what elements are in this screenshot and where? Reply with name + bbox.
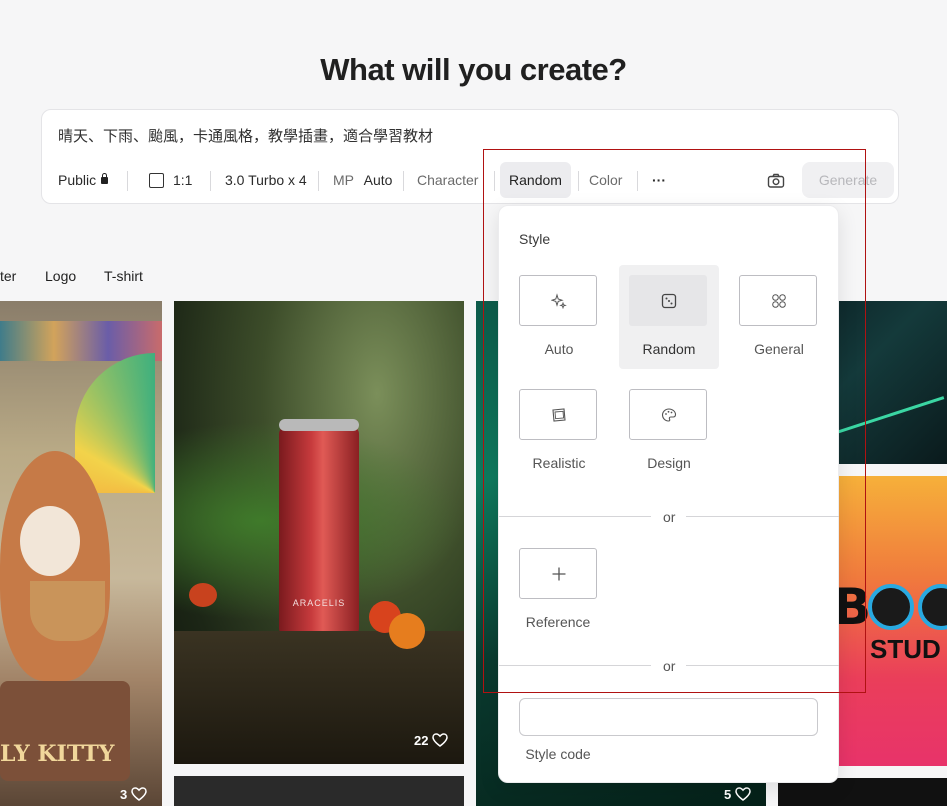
reference-upload-button[interactable] bbox=[519, 548, 597, 599]
gallery-tile[interactable]: ARACELIS 22 bbox=[174, 301, 464, 764]
style-option-design-label: Design bbox=[647, 455, 691, 471]
plus-icon bbox=[552, 567, 566, 581]
style-code-input[interactable] bbox=[519, 698, 818, 736]
style-option-random-label: Random bbox=[642, 341, 696, 357]
color-button[interactable]: Color bbox=[589, 162, 622, 198]
photo-icon bbox=[552, 408, 566, 422]
style-button-label: Random bbox=[509, 172, 562, 188]
divider bbox=[686, 665, 839, 666]
style-option-realistic[interactable] bbox=[519, 389, 597, 440]
tile-basket bbox=[30, 581, 105, 641]
divider bbox=[686, 516, 839, 517]
like-count-value: 3 bbox=[120, 787, 128, 802]
gallery-tile[interactable] bbox=[174, 776, 464, 806]
tile-squirrel-face bbox=[20, 506, 80, 576]
divider bbox=[499, 665, 651, 666]
tile-can-lid bbox=[279, 419, 359, 431]
prompt-toolbar: Public 1:1 3.0 Turbo x 4 MP Auto Charact… bbox=[42, 162, 898, 198]
character-button[interactable]: Character bbox=[417, 162, 478, 198]
camera-button[interactable] bbox=[767, 162, 785, 198]
style-option-design[interactable] bbox=[629, 389, 707, 440]
mp-label: MP bbox=[333, 172, 354, 188]
generate-button[interactable]: Generate bbox=[802, 162, 894, 198]
like-count[interactable]: 22 bbox=[414, 733, 448, 748]
or-separator: or bbox=[663, 509, 676, 525]
square-icon bbox=[149, 172, 164, 188]
style-option-general[interactable] bbox=[739, 275, 817, 326]
divider bbox=[637, 171, 638, 191]
divider bbox=[499, 516, 651, 517]
like-count-value: 22 bbox=[414, 733, 429, 748]
like-count-value: 5 bbox=[724, 787, 732, 802]
prompt-card: 晴天、下雨、颱風，卡通風格，教學插畫，適合學習教材 Public 1:1 3.0… bbox=[41, 109, 899, 204]
tile-logo-o bbox=[868, 584, 914, 630]
tile-fruit bbox=[389, 613, 425, 649]
tile-caption: ARACELIS bbox=[292, 598, 346, 608]
tile-fruit bbox=[189, 583, 217, 607]
style-dropdown: Style Auto Random General Realistic Desi… bbox=[498, 205, 839, 783]
model-button[interactable]: 3.0 Turbo x 4 bbox=[225, 162, 307, 198]
style-button[interactable]: Random bbox=[500, 162, 571, 198]
mp-button[interactable]: MP Auto bbox=[333, 162, 392, 198]
divider bbox=[578, 171, 579, 191]
grid-icon bbox=[772, 294, 786, 308]
style-option-realistic-label: Realistic bbox=[532, 455, 586, 471]
tile-light-streak bbox=[820, 396, 945, 439]
divider bbox=[318, 171, 319, 191]
sparkle-icon bbox=[551, 293, 567, 309]
style-panel-title: Style bbox=[519, 231, 551, 247]
camera-icon bbox=[767, 174, 785, 188]
category-tab-tshirt[interactable]: T-shirt bbox=[104, 268, 143, 284]
heart-icon bbox=[131, 787, 147, 801]
divider bbox=[494, 171, 495, 191]
or-separator: or bbox=[663, 658, 676, 674]
style-option-auto[interactable] bbox=[519, 275, 597, 326]
heart-icon bbox=[432, 733, 448, 747]
more-options-button[interactable]: ··· bbox=[652, 162, 666, 198]
category-tab-poster[interactable]: ter bbox=[0, 268, 16, 284]
prompt-input[interactable]: 晴天、下雨、颱風，卡通風格，教學插畫，適合學習教材 bbox=[58, 125, 433, 146]
tile-logo-o bbox=[918, 584, 947, 630]
tile-studio-text: STUD bbox=[870, 634, 941, 664]
dice-icon bbox=[661, 293, 677, 309]
aspect-ratio-label: 1:1 bbox=[173, 172, 193, 188]
style-code-label: Style code bbox=[525, 746, 591, 762]
divider bbox=[127, 171, 128, 191]
reference-label: Reference bbox=[525, 614, 591, 630]
heart-icon bbox=[735, 787, 751, 801]
palette-icon bbox=[661, 408, 677, 422]
visibility-label: Public bbox=[58, 172, 97, 188]
like-count[interactable]: 5 bbox=[724, 787, 751, 802]
like-count[interactable]: 3 bbox=[120, 787, 147, 802]
aspect-ratio-button[interactable]: 1:1 bbox=[149, 162, 192, 198]
gallery-tile[interactable]: LY KITTY 3 bbox=[0, 301, 162, 806]
style-option-auto-label: Auto bbox=[544, 341, 574, 357]
divider bbox=[403, 171, 404, 191]
style-option-random[interactable] bbox=[629, 275, 707, 326]
page-title: What will you create? bbox=[320, 52, 627, 87]
mp-value: Auto bbox=[363, 172, 393, 188]
tile-caption: LY KITTY bbox=[0, 741, 115, 767]
visibility-toggle[interactable]: Public bbox=[58, 162, 109, 198]
style-option-general-label: General bbox=[754, 341, 804, 357]
divider bbox=[210, 171, 211, 191]
lock-icon bbox=[101, 173, 109, 184]
category-tab-logo[interactable]: Logo bbox=[45, 268, 76, 284]
